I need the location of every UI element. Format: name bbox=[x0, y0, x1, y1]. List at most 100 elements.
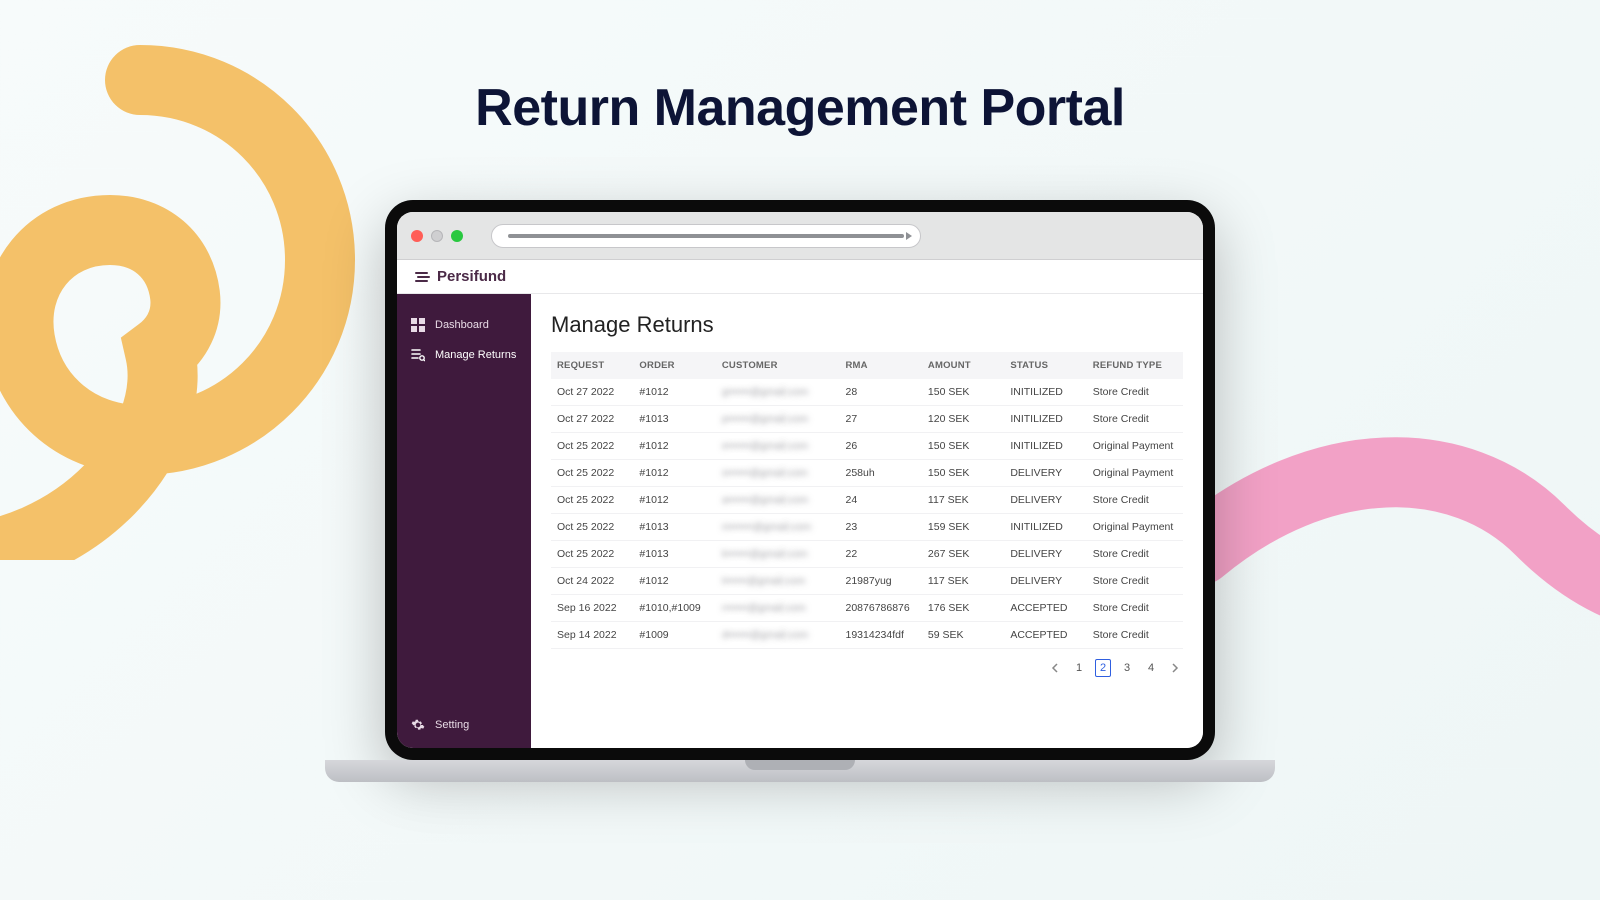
table-row[interactable]: Oct 27 2022#1013p••••••@gmail.com27120 S… bbox=[551, 406, 1183, 433]
pagination-next[interactable] bbox=[1167, 659, 1183, 677]
cell-rma: 20876786876 bbox=[840, 595, 922, 622]
cell-amount: 176 SEK bbox=[922, 595, 1004, 622]
table-row[interactable]: Sep 16 2022#1010,#1009r••••••@gmail.com2… bbox=[551, 595, 1183, 622]
sidebar-item-label: Dashboard bbox=[435, 319, 489, 331]
cell-customer: e••••••@gmail.com bbox=[716, 433, 840, 460]
traffic-light-close-icon[interactable] bbox=[411, 230, 423, 242]
cell-status: DELIVERY bbox=[1004, 487, 1086, 514]
pagination-page[interactable]: 3 bbox=[1119, 659, 1135, 677]
cell-rma: 23 bbox=[840, 514, 922, 541]
cell-order: #1012 bbox=[633, 379, 715, 406]
cell-refund-type: Store Credit bbox=[1087, 568, 1183, 595]
cell-request: Oct 25 2022 bbox=[551, 514, 633, 541]
cell-refund-type: Store Credit bbox=[1087, 406, 1183, 433]
pagination: 1234 bbox=[551, 659, 1183, 677]
sidebar-item-label: Manage Returns bbox=[435, 349, 516, 361]
cell-order: #1012 bbox=[633, 568, 715, 595]
table-row[interactable]: Oct 24 2022#1012t••••••@gmail.com21987yu… bbox=[551, 568, 1183, 595]
cell-order: #1013 bbox=[633, 514, 715, 541]
col-customer[interactable]: CUSTOMER bbox=[716, 352, 840, 379]
cell-request: Sep 16 2022 bbox=[551, 595, 633, 622]
cell-status: DELIVERY bbox=[1004, 568, 1086, 595]
setting-label: Setting bbox=[435, 719, 469, 731]
pagination-prev[interactable] bbox=[1047, 659, 1063, 677]
table-row[interactable]: Oct 25 2022#1013k••••••@gmail.com22267 S… bbox=[551, 541, 1183, 568]
table-row[interactable]: Sep 14 2022#1009d••••••@gmail.com1931423… bbox=[551, 622, 1183, 649]
sidebar-item-setting[interactable]: Setting bbox=[397, 712, 531, 738]
cell-order: #1012 bbox=[633, 460, 715, 487]
cell-amount: 150 SEK bbox=[922, 433, 1004, 460]
cell-rma: 27 bbox=[840, 406, 922, 433]
cell-request: Oct 25 2022 bbox=[551, 541, 633, 568]
cell-amount: 267 SEK bbox=[922, 541, 1004, 568]
cell-customer: k••••••@gmail.com bbox=[716, 541, 840, 568]
cell-rma: 21987yug bbox=[840, 568, 922, 595]
cell-amount: 59 SEK bbox=[922, 622, 1004, 649]
cell-amount: 117 SEK bbox=[922, 487, 1004, 514]
cell-status: ACCEPTED bbox=[1004, 622, 1086, 649]
col-amount[interactable]: AMOUNT bbox=[922, 352, 1004, 379]
cell-status: DELIVERY bbox=[1004, 541, 1086, 568]
col-refund-type[interactable]: REFUND TYPE bbox=[1087, 352, 1183, 379]
cell-status: ACCEPTED bbox=[1004, 595, 1086, 622]
col-status[interactable]: STATUS bbox=[1004, 352, 1086, 379]
cell-status: INITILIZED bbox=[1004, 406, 1086, 433]
table-row[interactable]: Oct 25 2022#1012e••••••@gmail.com26150 S… bbox=[551, 433, 1183, 460]
cell-status: DELIVERY bbox=[1004, 460, 1086, 487]
cell-customer: r••••••@gmail.com bbox=[716, 595, 840, 622]
col-order[interactable]: ORDER bbox=[633, 352, 715, 379]
cell-rma: 22 bbox=[840, 541, 922, 568]
col-rma[interactable]: RMA bbox=[840, 352, 922, 379]
sidebar-item-manage-returns[interactable]: Manage Returns bbox=[409, 344, 519, 366]
cell-order: #1009 bbox=[633, 622, 715, 649]
pagination-page[interactable]: 2 bbox=[1095, 659, 1111, 677]
cell-status: INITILIZED bbox=[1004, 433, 1086, 460]
table-header-row: REQUEST ORDER CUSTOMER RMA AMOUNT STATUS… bbox=[551, 352, 1183, 379]
cell-rma: 258uh bbox=[840, 460, 922, 487]
cell-customer: s••••••@gmail.com bbox=[716, 460, 840, 487]
cell-refund-type: Original Payment bbox=[1087, 460, 1183, 487]
browser-chrome bbox=[397, 212, 1203, 260]
gear-icon bbox=[411, 718, 425, 732]
cell-request: Oct 27 2022 bbox=[551, 379, 633, 406]
cell-refund-type: Store Credit bbox=[1087, 622, 1183, 649]
cell-request: Oct 24 2022 bbox=[551, 568, 633, 595]
pagination-page[interactable]: 4 bbox=[1143, 659, 1159, 677]
cell-amount: 117 SEK bbox=[922, 568, 1004, 595]
brand-logo[interactable]: Persifund bbox=[415, 268, 506, 285]
cell-request: Oct 27 2022 bbox=[551, 406, 633, 433]
cell-refund-type: Store Credit bbox=[1087, 487, 1183, 514]
main-content: Manage Returns REQUEST ORDER CUSTOMER RM… bbox=[531, 294, 1203, 748]
cell-amount: 120 SEK bbox=[922, 406, 1004, 433]
traffic-light-min-icon[interactable] bbox=[431, 230, 443, 242]
chevron-right-icon bbox=[1171, 663, 1179, 673]
table-row[interactable]: Oct 27 2022#1012g••••••@gmail.com28150 S… bbox=[551, 379, 1183, 406]
url-bar[interactable] bbox=[491, 224, 921, 248]
sidebar: Dashboard Manage Returns bbox=[397, 294, 531, 748]
sidebar-item-dashboard[interactable]: Dashboard bbox=[409, 314, 519, 336]
cell-order: #1010,#1009 bbox=[633, 595, 715, 622]
cell-request: Oct 25 2022 bbox=[551, 433, 633, 460]
table-row[interactable]: Oct 25 2022#1012a••••••@gmail.com24117 S… bbox=[551, 487, 1183, 514]
cell-amount: 150 SEK bbox=[922, 379, 1004, 406]
cell-customer: m••••••@gmail.com bbox=[716, 514, 840, 541]
traffic-light-max-icon[interactable] bbox=[451, 230, 463, 242]
cell-request: Sep 14 2022 bbox=[551, 622, 633, 649]
cell-amount: 159 SEK bbox=[922, 514, 1004, 541]
table-row[interactable]: Oct 25 2022#1012s••••••@gmail.com258uh15… bbox=[551, 460, 1183, 487]
cell-rma: 28 bbox=[840, 379, 922, 406]
cell-refund-type: Original Payment bbox=[1087, 433, 1183, 460]
list-search-icon bbox=[411, 348, 425, 362]
cell-refund-type: Store Credit bbox=[1087, 541, 1183, 568]
cell-order: #1012 bbox=[633, 487, 715, 514]
cell-order: #1012 bbox=[633, 433, 715, 460]
cell-customer: g••••••@gmail.com bbox=[716, 379, 840, 406]
cell-customer: a••••••@gmail.com bbox=[716, 487, 840, 514]
cell-request: Oct 25 2022 bbox=[551, 487, 633, 514]
col-request[interactable]: REQUEST bbox=[551, 352, 633, 379]
table-row[interactable]: Oct 25 2022#1013m••••••@gmail.com23159 S… bbox=[551, 514, 1183, 541]
pagination-page[interactable]: 1 bbox=[1071, 659, 1087, 677]
decorative-swirl-pink bbox=[1200, 330, 1600, 730]
page-title: Manage Returns bbox=[551, 312, 1183, 338]
cell-amount: 150 SEK bbox=[922, 460, 1004, 487]
